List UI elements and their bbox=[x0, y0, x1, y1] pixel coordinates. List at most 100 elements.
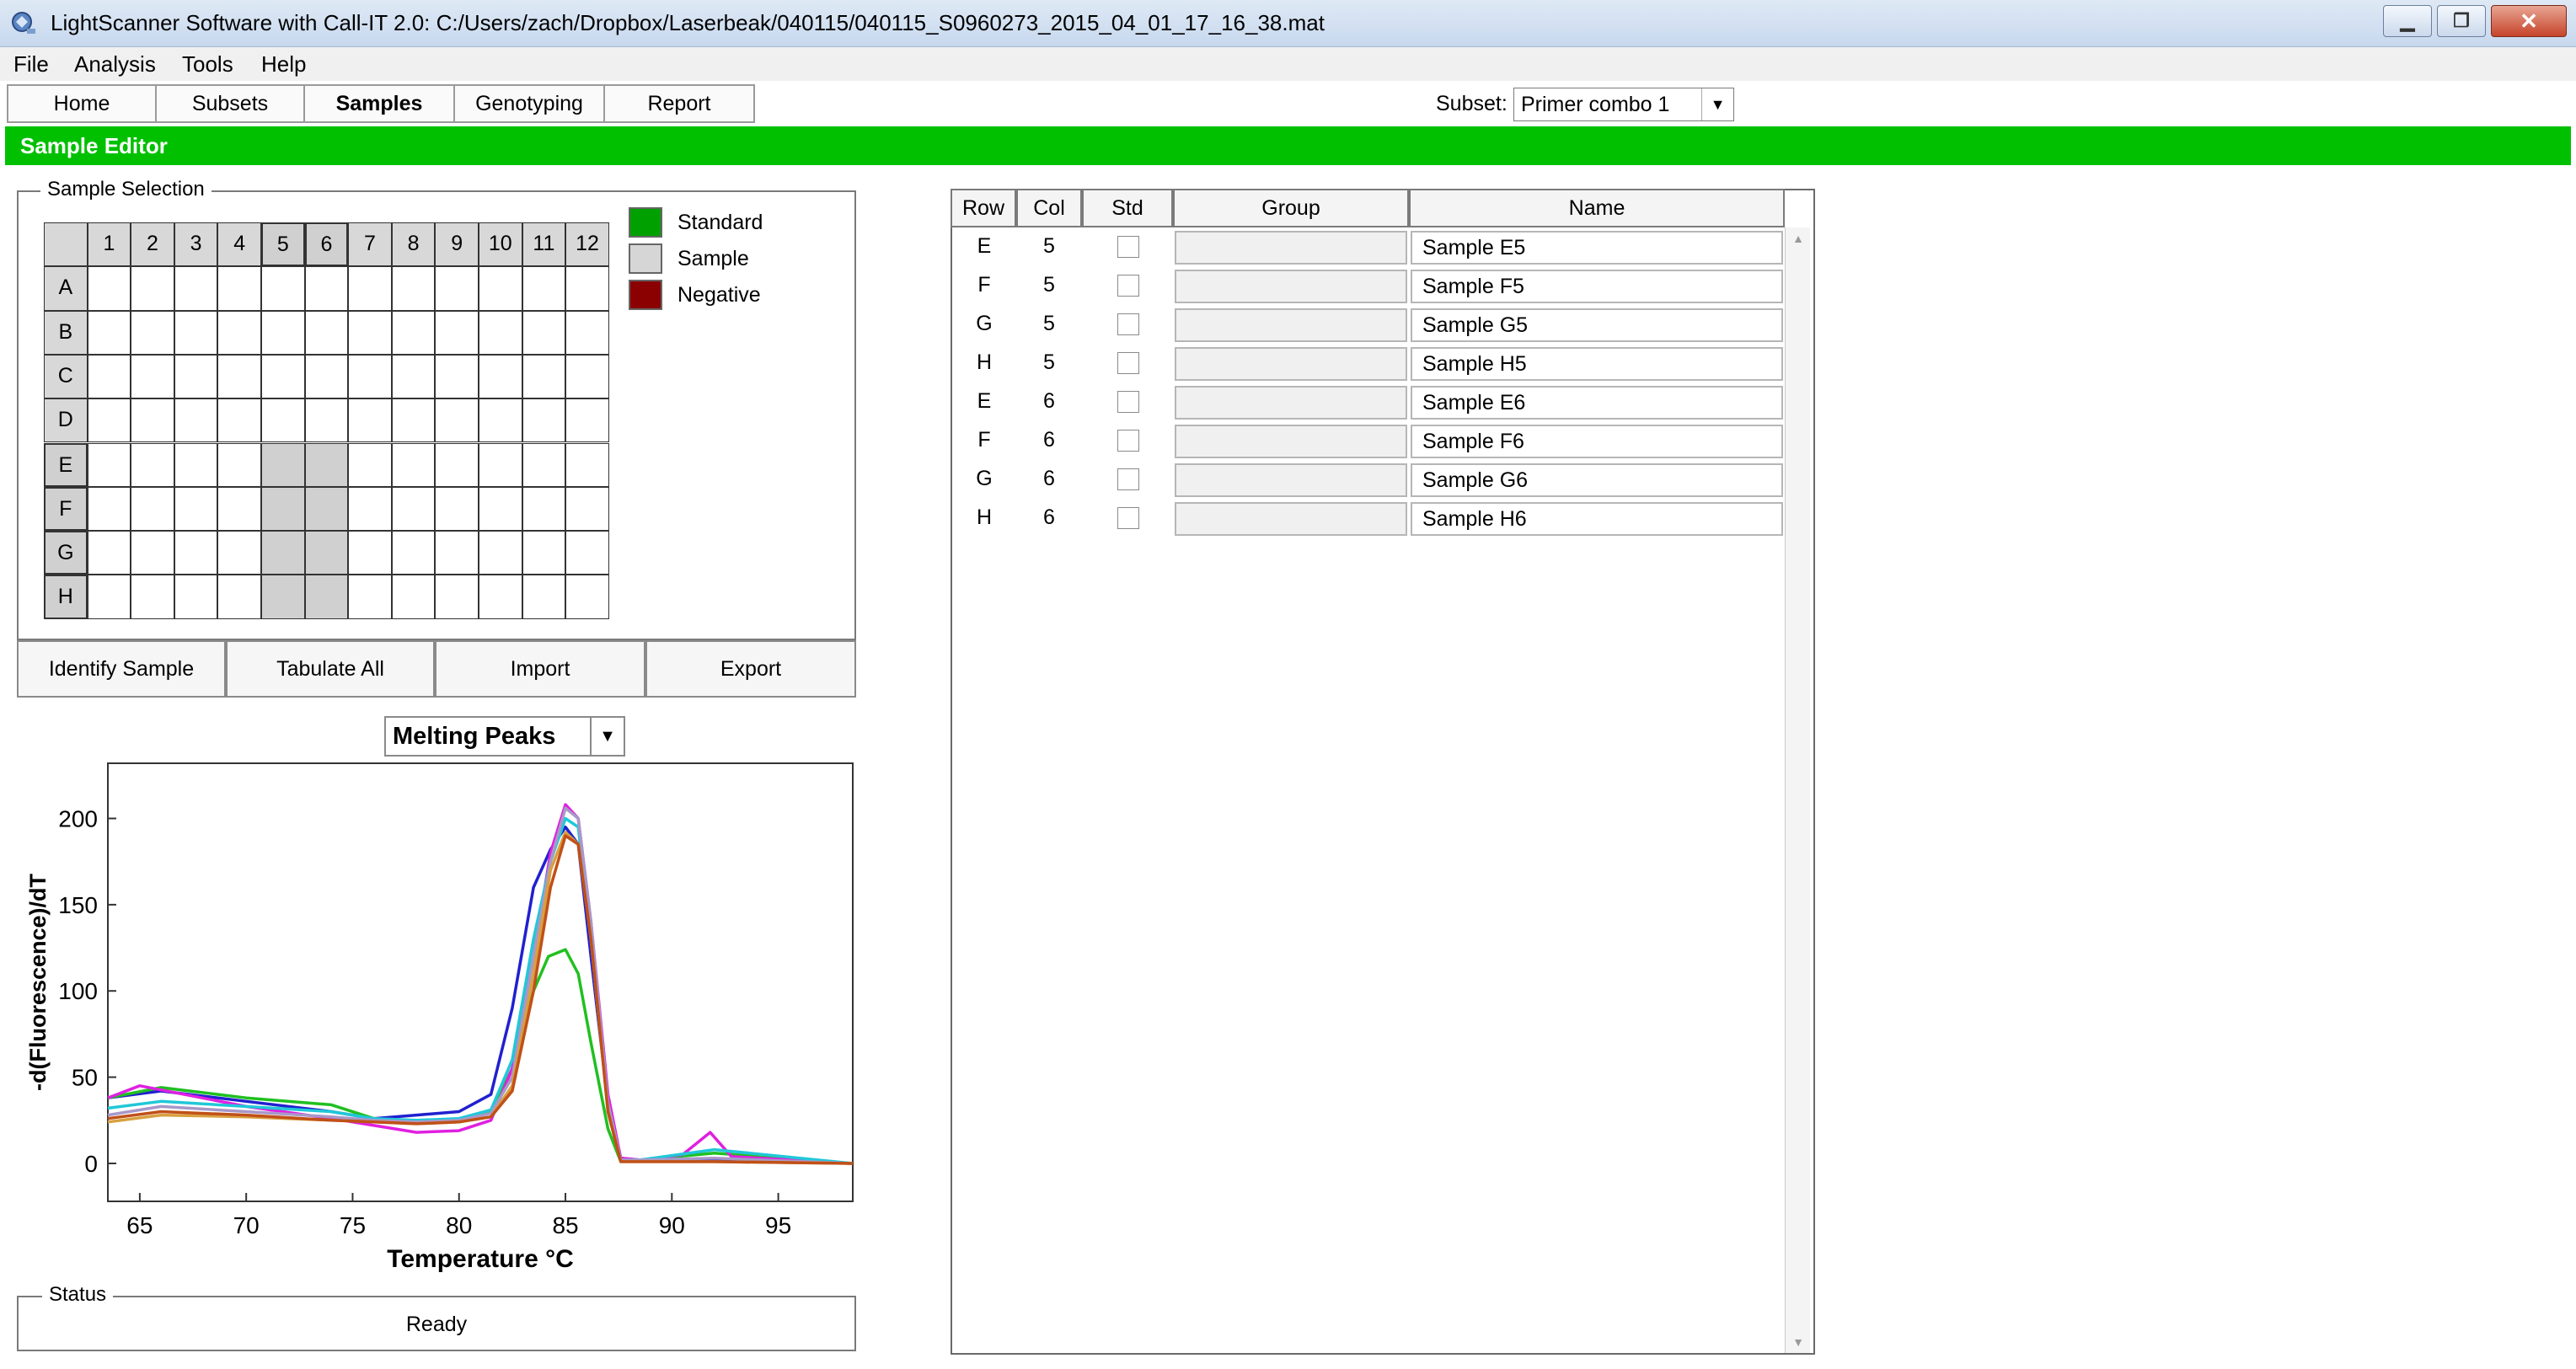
plate-well[interactable] bbox=[217, 266, 261, 311]
plate-well[interactable] bbox=[131, 575, 174, 619]
std-checkbox[interactable] bbox=[1117, 468, 1139, 490]
plate-well[interactable] bbox=[304, 310, 349, 355]
plate-col-header[interactable]: 11 bbox=[522, 222, 566, 267]
plate-well[interactable] bbox=[348, 442, 392, 487]
plate-well[interactable] bbox=[261, 310, 305, 355]
plate-well[interactable] bbox=[87, 442, 131, 487]
plate-well[interactable] bbox=[435, 398, 479, 443]
plate-well[interactable] bbox=[565, 310, 609, 355]
plate-col-header[interactable]: 8 bbox=[391, 222, 436, 267]
plate-well[interactable] bbox=[391, 310, 436, 355]
chevron-down-icon[interactable]: ▼ bbox=[1701, 88, 1733, 120]
plate-well[interactable] bbox=[565, 266, 609, 311]
plate-col-header[interactable]: 2 bbox=[131, 222, 174, 267]
plate-well[interactable] bbox=[87, 531, 131, 575]
tab-subsets[interactable]: Subsets bbox=[155, 84, 305, 123]
plate-well[interactable] bbox=[435, 531, 479, 575]
plate-well[interactable] bbox=[391, 486, 436, 532]
plate-col-header[interactable]: 10 bbox=[479, 222, 522, 267]
table-row[interactable]: G 5 Sample G5 bbox=[952, 307, 1783, 345]
plate-well[interactable] bbox=[217, 398, 261, 443]
plate-well[interactable] bbox=[87, 575, 131, 619]
plate-well[interactable] bbox=[435, 354, 479, 399]
plate-well[interactable] bbox=[304, 354, 349, 399]
plate-well[interactable] bbox=[87, 486, 131, 532]
header-row[interactable]: Row bbox=[951, 189, 1016, 227]
plate-well[interactable] bbox=[217, 531, 261, 575]
group-input[interactable] bbox=[1175, 502, 1407, 536]
plate-well[interactable] bbox=[435, 310, 479, 355]
plate-well[interactable] bbox=[87, 310, 131, 355]
name-input[interactable]: Sample H6 bbox=[1411, 502, 1783, 536]
plate-well[interactable] bbox=[391, 442, 436, 487]
plate-well[interactable] bbox=[87, 398, 131, 443]
group-input[interactable] bbox=[1175, 347, 1407, 381]
header-std[interactable]: Std bbox=[1082, 189, 1173, 227]
plate-well[interactable] bbox=[261, 354, 305, 399]
plate-well[interactable] bbox=[435, 575, 479, 619]
chevron-down-icon[interactable]: ▼ bbox=[590, 718, 624, 755]
tab-samples[interactable]: Samples bbox=[303, 84, 455, 123]
plate-well[interactable] bbox=[131, 354, 174, 399]
plate-well[interactable] bbox=[174, 354, 218, 399]
plate-well[interactable] bbox=[131, 310, 174, 355]
plate-well[interactable] bbox=[479, 575, 522, 619]
plate-well[interactable] bbox=[174, 442, 218, 487]
group-input[interactable] bbox=[1175, 308, 1407, 342]
table-row[interactable]: F 5 Sample F5 bbox=[952, 268, 1783, 307]
plate-col-header[interactable]: 5 bbox=[261, 222, 305, 267]
group-input[interactable] bbox=[1175, 386, 1407, 420]
group-input[interactable] bbox=[1175, 231, 1407, 265]
group-input[interactable] bbox=[1175, 463, 1407, 497]
std-checkbox[interactable] bbox=[1117, 507, 1139, 529]
plate-col-header[interactable]: 6 bbox=[304, 222, 349, 267]
chart-type-dropdown[interactable]: Melting Peaks ▼ bbox=[384, 716, 625, 757]
plate-well[interactable] bbox=[174, 531, 218, 575]
tab-genotyping[interactable]: Genotyping bbox=[453, 84, 605, 123]
std-checkbox[interactable] bbox=[1117, 313, 1139, 335]
plate-well[interactable] bbox=[131, 442, 174, 487]
plate-row-header[interactable]: G bbox=[44, 531, 88, 575]
export-button[interactable]: Export bbox=[645, 640, 856, 698]
plate-well[interactable] bbox=[174, 398, 218, 443]
plate-well[interactable] bbox=[131, 486, 174, 532]
plate-col-header[interactable]: 12 bbox=[565, 222, 609, 267]
plate-corner[interactable] bbox=[44, 222, 88, 267]
std-checkbox[interactable] bbox=[1117, 391, 1139, 413]
header-name[interactable]: Name bbox=[1409, 189, 1785, 227]
plate-well[interactable] bbox=[217, 442, 261, 487]
group-input[interactable] bbox=[1175, 270, 1407, 303]
plate-well[interactable] bbox=[261, 442, 305, 487]
plate-well[interactable] bbox=[479, 266, 522, 311]
plate-well[interactable] bbox=[435, 442, 479, 487]
plate-well[interactable] bbox=[348, 354, 392, 399]
table-row[interactable]: H 5 Sample H5 bbox=[952, 345, 1783, 384]
vertical-scrollbar[interactable]: ▲ ▼ bbox=[1785, 227, 1810, 1353]
plate-well[interactable] bbox=[435, 486, 479, 532]
plate-well[interactable] bbox=[522, 354, 566, 399]
plate-well[interactable] bbox=[304, 531, 349, 575]
plate-well[interactable] bbox=[522, 575, 566, 619]
plate-row-header[interactable]: A bbox=[44, 266, 88, 311]
table-row[interactable]: E 5 Sample E5 bbox=[952, 229, 1783, 268]
plate-well[interactable] bbox=[304, 575, 349, 619]
table-row[interactable]: H 6 Sample H6 bbox=[952, 500, 1783, 539]
tab-report[interactable]: Report bbox=[603, 84, 755, 123]
name-input[interactable]: Sample F5 bbox=[1411, 270, 1783, 303]
plate-col-header[interactable]: 3 bbox=[174, 222, 218, 267]
plate-well[interactable] bbox=[391, 266, 436, 311]
menu-tools[interactable]: Tools bbox=[182, 47, 233, 81]
table-row[interactable]: G 6 Sample G6 bbox=[952, 462, 1783, 500]
plate-well[interactable] bbox=[348, 310, 392, 355]
minimize-button[interactable]: ▁ bbox=[2383, 5, 2432, 37]
plate-well[interactable] bbox=[479, 442, 522, 487]
plate-col-header[interactable]: 1 bbox=[87, 222, 131, 267]
plate-well[interactable] bbox=[304, 398, 349, 443]
plate-well[interactable] bbox=[435, 266, 479, 311]
plate-well[interactable] bbox=[261, 486, 305, 532]
tab-home[interactable]: Home bbox=[7, 84, 157, 123]
plate-well[interactable] bbox=[261, 266, 305, 311]
plate-well[interactable] bbox=[479, 354, 522, 399]
table-row[interactable]: F 6 Sample F6 bbox=[952, 423, 1783, 462]
plate-well[interactable] bbox=[304, 486, 349, 532]
